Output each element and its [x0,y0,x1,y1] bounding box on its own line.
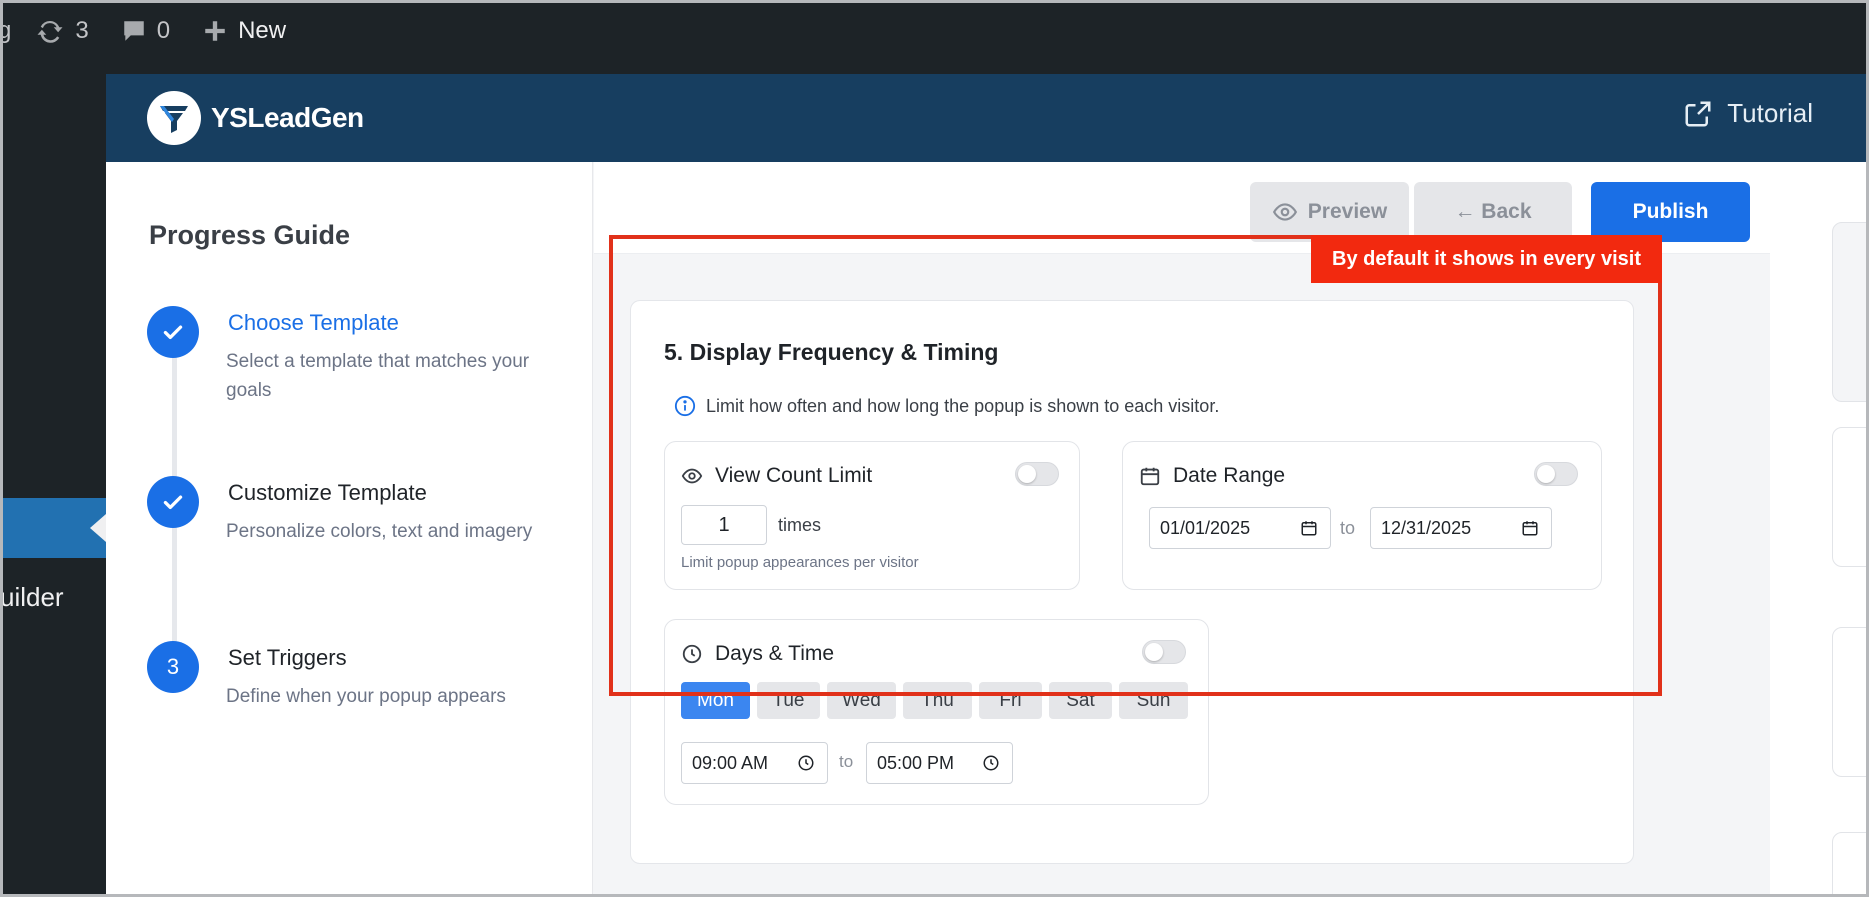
step-check-circle [147,476,199,528]
preview-label: Preview [1307,200,1388,223]
builder-content: Progress Guide Choose Template Select a … [106,162,1869,897]
side-card [1832,222,1869,402]
admin-bar: g 3 0 New [0,0,1869,62]
menu-item-builder[interactable]: uilder [0,582,64,613]
start-time-value: 09:00 AM [692,752,769,773]
new-label: New [238,17,287,44]
plus-icon [205,21,225,41]
brand-name: YSLeadGen [211,102,364,133]
side-card [1832,627,1869,777]
step-description: Personalize colors, text and imagery [226,521,533,542]
clock-icon [983,755,999,771]
updates-item[interactable]: 3 [35,16,89,46]
comments-item[interactable]: 0 [121,17,170,45]
comments-count: 0 [156,17,171,44]
tutorial-label: Tutorial [1727,98,1813,128]
step-description: Define when your popup appears [226,686,506,707]
site-name[interactable]: g [0,17,11,45]
progress-guide: Progress Guide Choose Template Select a … [106,162,593,897]
end-time-input[interactable]: 05:00 PM [866,742,1013,784]
start-time-input[interactable]: 09:00 AM [681,742,828,784]
external-link-icon [1685,101,1711,126]
menu-current-arrow [90,514,106,542]
comment-icon [123,21,144,41]
refresh-icon [37,20,63,43]
tutorial-link[interactable]: Tutorial [1683,98,1813,129]
back-button[interactable]: ← Back [1414,182,1572,242]
funnel-logo-icon [160,106,188,133]
eye-icon [1272,203,1297,221]
clock-icon [798,755,814,771]
updates-count: 3 [75,17,89,44]
menu-item-partial[interactable]: e [0,888,14,897]
step-title: Set Triggers [228,645,347,670]
step-description: Select a template that matches your goal… [226,351,530,401]
preview-button[interactable]: Preview [1250,182,1409,242]
side-card [1832,427,1869,567]
new-item[interactable]: New [202,17,286,45]
wp-admin-menu: uilder e [0,62,106,897]
time-range-to: to [839,752,854,771]
check-icon [163,495,183,510]
check-icon [163,325,183,340]
step-title: Customize Template [228,480,427,505]
step-title: Choose Template [228,310,399,335]
brand-logo [147,91,201,145]
progress-guide-title: Progress Guide [149,220,351,250]
end-time-value: 05:00 PM [877,752,955,773]
publish-button[interactable]: Publish [1591,182,1750,242]
plugin-header: YSLeadGen Tutorial [106,74,1869,162]
step-number-circle: 3 [147,641,199,693]
step-check-circle [147,306,199,358]
annotation-label: By default it shows in every visit [1311,235,1662,283]
back-label: ← Back [1454,200,1532,223]
side-card [1832,832,1869,897]
annotation-highlight-box [609,235,1662,696]
